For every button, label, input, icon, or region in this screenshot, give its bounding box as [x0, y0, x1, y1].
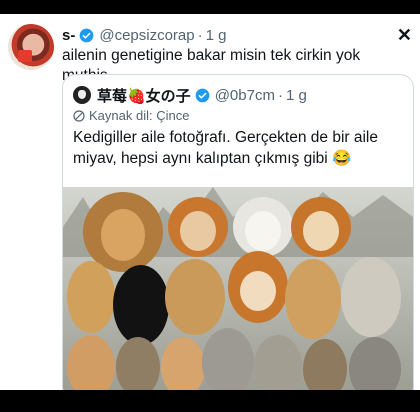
author-handle[interactable]: @cepsizcorap [99, 27, 194, 44]
translate-icon [73, 109, 85, 122]
quoted-author-name: 草莓🍓女の子 [97, 87, 191, 105]
verified-badge-icon [195, 88, 210, 102]
header-separator: · [197, 26, 203, 44]
tweet-header: s- @cepsizcorap · 1 g ✕ [62, 24, 412, 46]
cat-family-photo[interactable] [63, 187, 413, 390]
quoted-author-handle: @0b7cm [214, 86, 275, 104]
quoted-tweet-card[interactable]: 草莓🍓女の子 @0b7cm · 1 g Kaynak dil: Çince Ke… [62, 74, 414, 390]
photo-illustration [63, 187, 413, 390]
verified-badge-icon [79, 28, 94, 42]
quoted-tweet-header: 草莓🍓女の子 @0b7cm · 1 g [73, 85, 403, 105]
source-language-text: Kaynak dil: Çince [89, 108, 190, 123]
quoted-header-separator: · [277, 86, 283, 104]
quoted-author-avatar [73, 86, 91, 104]
avatar-cup-graphic [18, 50, 32, 62]
source-language-note: Kaynak dil: Çince [73, 108, 189, 123]
quoted-tweet-text: Kedigiller aile fotoğrafı. Gerçekten de … [73, 129, 378, 167]
post-view: s- @cepsizcorap · 1 g ✕ ailenin genetigi… [0, 14, 420, 390]
quoted-tweet-time: 1 g [285, 86, 307, 104]
tweet-time[interactable]: 1 g [206, 27, 227, 44]
author-name[interactable]: s- [62, 27, 75, 44]
close-icon[interactable]: ✕ [397, 25, 412, 46]
author-avatar[interactable] [8, 24, 54, 70]
